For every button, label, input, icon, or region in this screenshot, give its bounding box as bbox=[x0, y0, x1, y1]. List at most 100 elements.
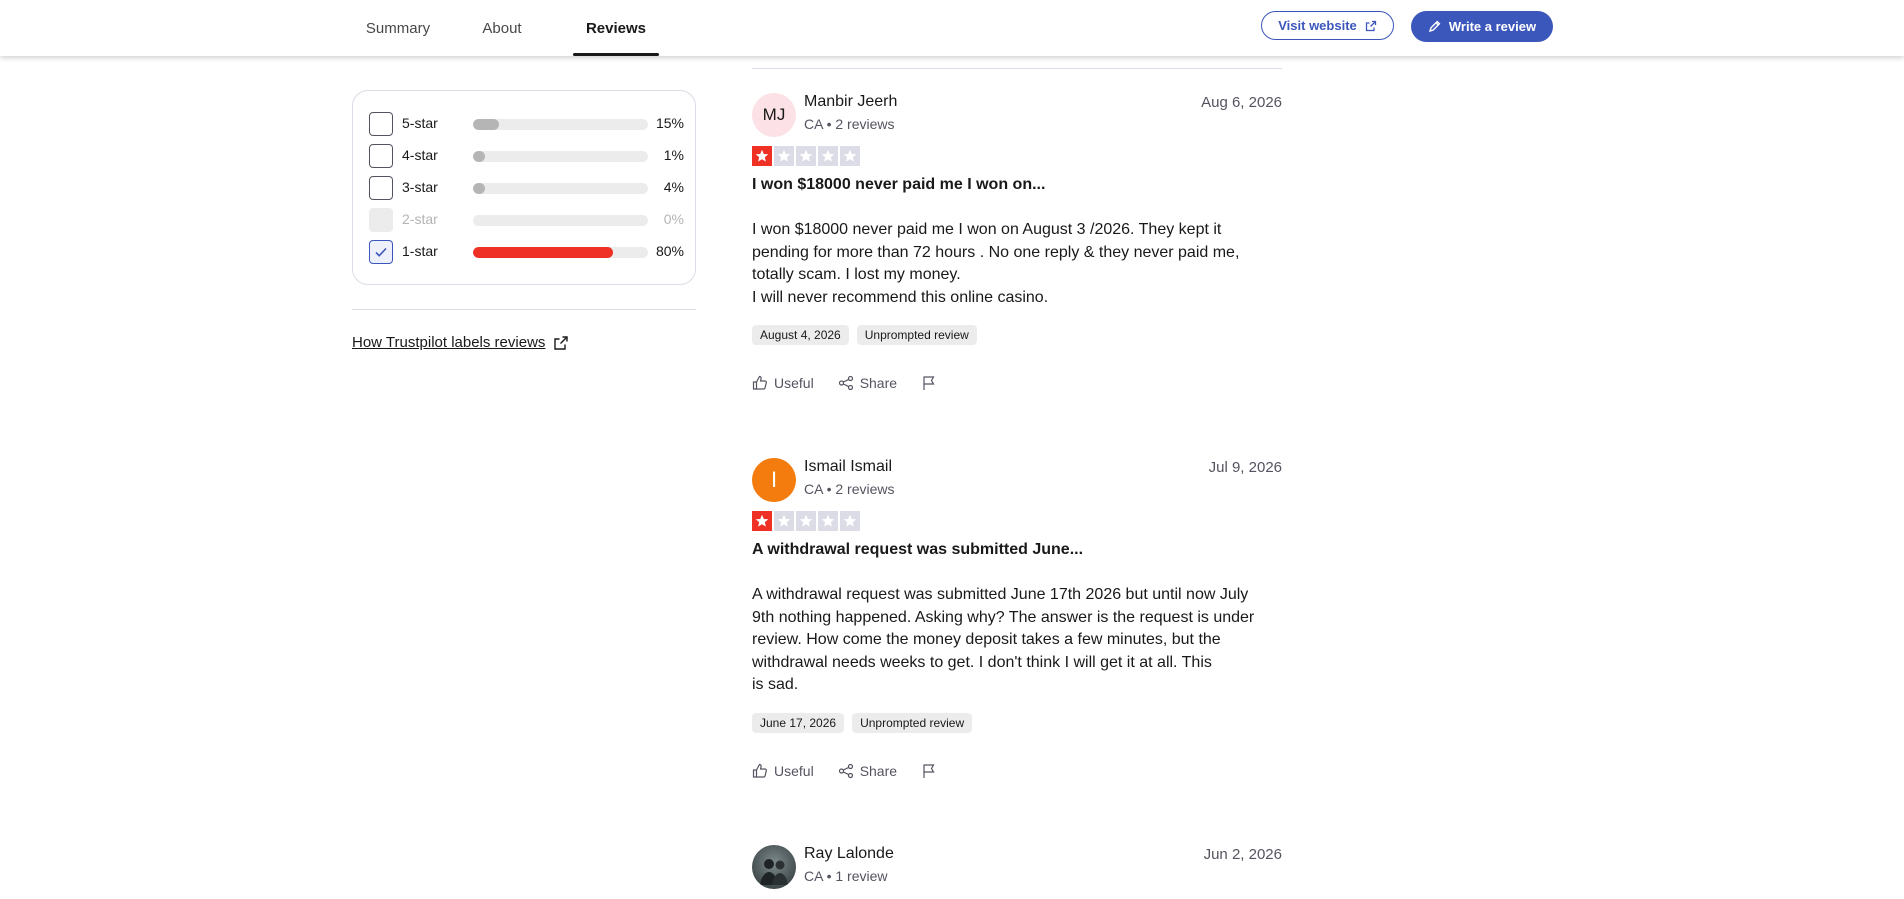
tab-about[interactable]: About bbox=[457, 0, 547, 56]
avatar[interactable] bbox=[752, 845, 796, 889]
filter-percent: 0% bbox=[663, 211, 684, 227]
star-icon bbox=[774, 511, 794, 531]
experience-date-chip: August 4, 2026 bbox=[752, 325, 849, 345]
review-card: MJ Manbir Jeerh CA • 2 reviews Aug 6, 20… bbox=[752, 93, 1282, 403]
avatar[interactable]: I bbox=[752, 458, 796, 502]
thumbs-up-icon bbox=[752, 375, 767, 390]
write-review-label: Write a review bbox=[1448, 19, 1537, 34]
review-card: Ray Lalonde CA • 1 review Jun 2, 2026 bbox=[752, 845, 1282, 899]
reviewer-name[interactable]: Ray Lalonde bbox=[804, 845, 894, 863]
star-icon bbox=[796, 146, 816, 166]
share-icon bbox=[838, 375, 853, 391]
star-rating bbox=[752, 146, 860, 166]
how-trustpilot-labels-link[interactable]: How Trustpilot labels reviews bbox=[352, 334, 569, 351]
filter-percent: 80% bbox=[655, 243, 684, 259]
tab-reviews[interactable]: Reviews bbox=[573, 0, 659, 56]
star-icon bbox=[752, 511, 772, 531]
visit-website-label: Visit website bbox=[1278, 18, 1357, 33]
filter-row-2-star: 2-star 0% bbox=[369, 208, 684, 232]
flag-icon bbox=[923, 764, 935, 778]
thumbs-up-icon bbox=[752, 763, 767, 778]
divider bbox=[352, 309, 696, 310]
report-button[interactable] bbox=[921, 763, 937, 779]
filter-bar-track bbox=[473, 119, 648, 130]
review-date: Jun 2, 2026 bbox=[1203, 846, 1282, 863]
flag-icon bbox=[923, 376, 935, 390]
review-title[interactable]: I won $18000 never paid me I won on... bbox=[752, 176, 1045, 194]
filter-bar-track bbox=[473, 215, 648, 226]
review-body-line: I will never recommend this online casin… bbox=[752, 288, 1049, 306]
filter-row-5-star[interactable]: 5-star 15% bbox=[369, 112, 684, 136]
filter-bar-track bbox=[473, 183, 648, 194]
divider bbox=[752, 68, 1282, 69]
reviewer-name[interactable]: Manbir Jeerh bbox=[804, 93, 897, 111]
star-icon bbox=[818, 146, 838, 166]
review-title[interactable]: A withdrawal request was submitted June.… bbox=[752, 541, 1083, 559]
filter-3-star-checkbox[interactable] bbox=[369, 176, 393, 200]
review-body-line: I won $18000 never paid me I won on Augu… bbox=[752, 221, 1222, 238]
share-button[interactable]: Share bbox=[838, 763, 897, 779]
filter-1-star-checkbox[interactable] bbox=[369, 240, 393, 264]
review-body-line: withdrawal needs weeks to get. I don't t… bbox=[752, 653, 1212, 671]
reviewer-name[interactable]: Ismail Ismail bbox=[804, 458, 892, 476]
external-link-icon bbox=[1365, 20, 1376, 31]
unprompted-review-chip[interactable]: Unprompted review bbox=[852, 713, 973, 733]
reviewer-meta: CA • 2 reviews bbox=[804, 116, 895, 132]
review-body-line: totally scam. I lost my money. bbox=[752, 266, 961, 283]
filter-row-1-star[interactable]: 1-star 80% bbox=[369, 240, 684, 264]
star-icon bbox=[752, 146, 772, 166]
filter-bar-fill bbox=[473, 151, 486, 162]
avatar[interactable]: MJ bbox=[752, 93, 796, 137]
star-icon bbox=[796, 511, 816, 531]
tab-summary[interactable]: Summary bbox=[352, 0, 444, 56]
filter-2-star-checkbox bbox=[369, 208, 393, 232]
filter-row-3-star[interactable]: 3-star 4% bbox=[369, 176, 684, 200]
reviewer-meta: CA • 1 review bbox=[804, 868, 888, 884]
review-body-line: pending for more than 72 hours . No one … bbox=[752, 243, 1240, 261]
star-rating-filter: 5-star 15% 4-star 1% 3-star 4% 2-star 0%… bbox=[352, 90, 696, 285]
review-actions: Useful Share bbox=[752, 763, 937, 779]
filter-bar-track bbox=[473, 151, 648, 162]
review-body: I won $18000 never paid me I won on Augu… bbox=[752, 219, 1282, 309]
review-body-line: A withdrawal request was submitted June … bbox=[752, 586, 1249, 603]
visit-website-button[interactable]: Visit website bbox=[1261, 11, 1394, 40]
sticky-header: Summary About Reviews Visit website Writ… bbox=[0, 0, 1904, 56]
unprompted-review-chip[interactable]: Unprompted review bbox=[856, 325, 977, 345]
checkmark-icon bbox=[375, 247, 387, 257]
review-tags: August 4, 2026 Unprompted review bbox=[752, 325, 977, 345]
share-button[interactable]: Share bbox=[838, 375, 897, 391]
filter-bar-track bbox=[473, 247, 648, 258]
useful-label: Useful bbox=[774, 763, 814, 779]
report-button[interactable] bbox=[921, 375, 937, 391]
filter-label: 3-star bbox=[402, 179, 438, 195]
write-review-button[interactable]: Write a review bbox=[1411, 11, 1553, 42]
pencil-icon bbox=[1428, 20, 1441, 33]
review-actions: Useful Share bbox=[752, 375, 937, 391]
useful-button[interactable]: Useful bbox=[752, 763, 814, 779]
filter-5-star-checkbox[interactable] bbox=[369, 112, 393, 136]
experience-date-chip: June 17, 2026 bbox=[752, 713, 845, 733]
external-link-icon bbox=[554, 335, 569, 350]
filter-4-star-checkbox[interactable] bbox=[369, 144, 393, 168]
filter-row-4-star[interactable]: 4-star 1% bbox=[369, 144, 684, 168]
filter-label: 1-star bbox=[402, 243, 438, 259]
filter-bar-fill bbox=[473, 247, 613, 258]
share-icon bbox=[838, 763, 853, 779]
reviewer-meta: CA • 2 reviews bbox=[804, 481, 895, 497]
labels-link-text: How Trustpilot labels reviews bbox=[352, 334, 546, 351]
filter-percent: 1% bbox=[663, 147, 684, 163]
share-label: Share bbox=[859, 763, 898, 779]
review-date: Jul 9, 2026 bbox=[1208, 459, 1282, 476]
useful-button[interactable]: Useful bbox=[752, 375, 814, 391]
user-photo-icon bbox=[760, 859, 788, 885]
review-date: Aug 6, 2026 bbox=[1201, 94, 1282, 111]
review-tags: June 17, 2026 Unprompted review bbox=[752, 713, 973, 733]
star-icon bbox=[840, 146, 860, 166]
filter-percent: 15% bbox=[655, 115, 684, 131]
star-icon bbox=[840, 511, 860, 531]
filter-label: 4-star bbox=[402, 147, 438, 163]
filter-bar-fill bbox=[473, 183, 486, 194]
filter-bar-fill bbox=[473, 119, 500, 130]
useful-label: Useful bbox=[774, 375, 814, 391]
star-icon bbox=[818, 511, 838, 531]
